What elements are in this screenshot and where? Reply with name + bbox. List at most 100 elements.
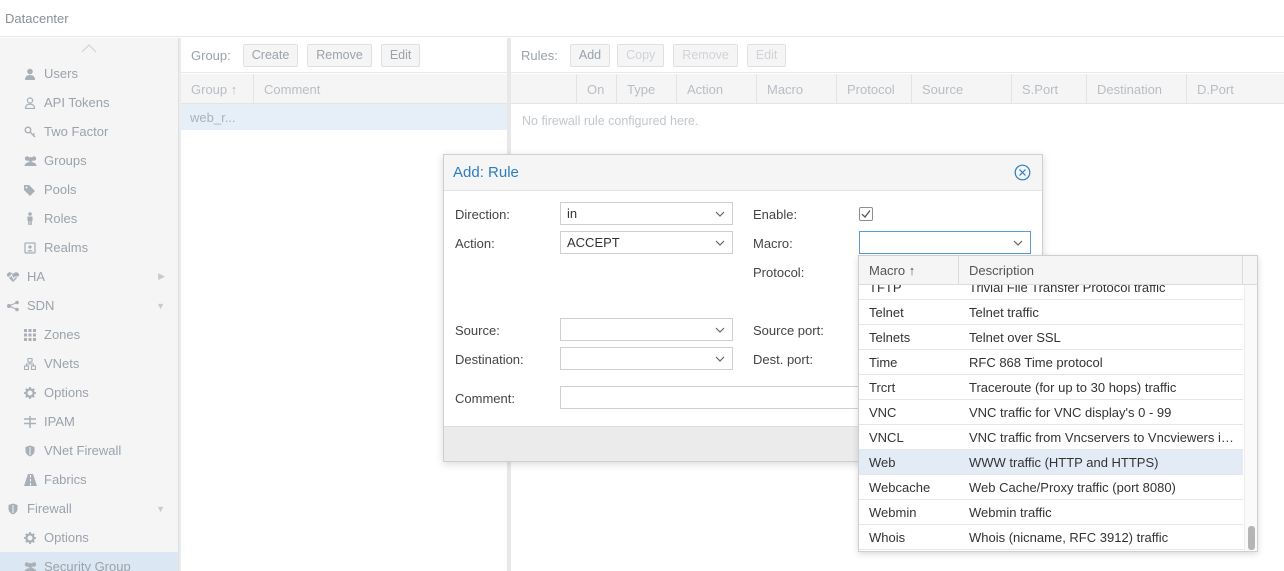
expand-down-icon[interactable]: ▼ xyxy=(156,301,165,311)
sidebar-item-label: Roles xyxy=(44,211,78,226)
column-header-macro[interactable]: Macro ↑ xyxy=(859,256,959,285)
column-header-description[interactable]: Description xyxy=(959,256,1243,285)
expand-right-icon[interactable]: ▶ xyxy=(158,271,165,282)
sidebar-item-fabrics[interactable]: Fabrics xyxy=(0,465,178,494)
protocol-label: Protocol: xyxy=(753,265,805,280)
sidebar-item-ha[interactable]: HA ▶ xyxy=(0,262,178,291)
column-header-protocol[interactable]: Protocol xyxy=(837,74,912,104)
list-item[interactable]: Telnet Telnet traffic xyxy=(859,300,1243,325)
sidebar-item-api-tokens[interactable]: API Tokens xyxy=(0,88,178,117)
macro-name: Telnet xyxy=(869,305,904,320)
list-item[interactable]: VNC VNC traffic for VNC display's 0 - 99 xyxy=(859,400,1243,425)
enable-label: Enable: xyxy=(753,207,798,222)
copy-button[interactable]: Copy xyxy=(617,43,665,67)
sidebar-item-firewall-options[interactable]: Options xyxy=(0,523,178,552)
sidebar-item-realms[interactable]: Realms xyxy=(0,233,178,262)
column-header-source[interactable]: Source xyxy=(912,74,1012,104)
empty-state-text: No firewall rule configured here. xyxy=(522,114,699,128)
comment-field[interactable] xyxy=(560,386,860,409)
macro-dropdown-list[interactable]: Macro ↑ Description TFTP Trivial File Tra… xyxy=(858,255,1258,552)
sidebar-item-pools[interactable]: Pools xyxy=(0,175,178,204)
sidebar-item-ipam[interactable]: IPAM xyxy=(0,407,178,436)
chevron-down-icon[interactable] xyxy=(715,325,725,335)
column-header-group[interactable]: Group ↑ xyxy=(181,74,254,104)
macro-description: Webmin traffic xyxy=(969,505,1052,520)
th-icon xyxy=(22,327,38,343)
macro-description: Whois (nicname, RFC 3912) traffic xyxy=(969,530,1169,545)
macro-description: RFC 868 Time protocol xyxy=(969,355,1103,370)
sidebar-item-vnets[interactable]: VNets xyxy=(0,349,178,378)
chevron-down-icon[interactable] xyxy=(715,354,725,364)
destination-select[interactable] xyxy=(560,347,733,370)
list-item[interactable]: Telnets Telnet over SSL xyxy=(859,325,1243,350)
list-item[interactable]: Time RFC 868 Time protocol xyxy=(859,350,1243,375)
action-value: ACCEPT xyxy=(567,235,620,250)
create-button[interactable]: Create xyxy=(242,43,299,67)
column-header-comment[interactable]: Comment xyxy=(254,74,507,104)
sidebar-item-two-factor[interactable]: Two Factor xyxy=(0,117,178,146)
macro-name: VNC xyxy=(869,405,897,420)
direction-select[interactable]: in xyxy=(560,202,733,225)
chevron-down-icon[interactable] xyxy=(1013,238,1023,248)
enable-checkbox[interactable] xyxy=(859,207,873,221)
list-item[interactable]: Web WWW traffic (HTTP and HTTPS) xyxy=(859,450,1243,475)
sidebar-item-vnet-firewall[interactable]: VNet Firewall xyxy=(0,436,178,465)
sidebar-item-label: IPAM xyxy=(44,414,75,429)
direction-label: Direction: xyxy=(455,207,510,222)
macro-name: Time xyxy=(869,355,898,370)
group-name-cell: web_r... xyxy=(190,109,236,125)
scrollbar-thumb[interactable] xyxy=(1248,526,1255,550)
list-item[interactable]: TFTP Trivial File Transfer Protocol traff… xyxy=(859,285,1243,300)
source-port-label: Source port: xyxy=(753,323,824,338)
list-item[interactable]: Webcache Web Cache/Proxy traffic (port 80… xyxy=(859,475,1243,500)
action-select[interactable]: ACCEPT xyxy=(560,231,733,254)
sidebar-item-label: Fabrics xyxy=(44,472,87,487)
macro-name: VNCL xyxy=(869,430,904,445)
column-header-dport[interactable]: D.Port xyxy=(1187,74,1284,104)
heartbeat-icon xyxy=(5,269,21,285)
column-header-type[interactable]: Type xyxy=(617,74,677,104)
sidebar-item-sdn[interactable]: SDN ▼ xyxy=(0,291,178,320)
sidebar-item-security-group[interactable]: Security Group xyxy=(0,552,178,571)
macro-name: Whois xyxy=(869,530,906,545)
remove-button[interactable]: Remove xyxy=(673,43,738,67)
tags-icon xyxy=(22,182,38,198)
chevron-up-icon[interactable] xyxy=(80,42,98,54)
sidebar-item-users[interactable]: Users xyxy=(0,59,178,88)
list-item[interactable]: VNCL VNC traffic from Vncservers to Vncvi… xyxy=(859,425,1243,450)
list-item[interactable]: Trcrt Traceroute (for up to 30 hops) traf… xyxy=(859,375,1243,400)
scrollbar[interactable] xyxy=(1244,285,1257,551)
sidebar-item-groups[interactable]: Groups xyxy=(0,146,178,175)
address-book-icon xyxy=(22,240,38,256)
list-item[interactable]: Webmin Webmin traffic xyxy=(859,500,1243,525)
add-button[interactable]: Add xyxy=(569,43,611,67)
sidebar-item-roles[interactable]: Roles xyxy=(0,204,178,233)
close-icon[interactable] xyxy=(1014,164,1031,181)
column-header-on[interactable]: On xyxy=(577,74,617,104)
user-outline-icon xyxy=(22,95,38,111)
sidebar-item-zones[interactable]: Zones xyxy=(0,320,178,349)
column-header-action[interactable]: Action xyxy=(677,74,757,104)
edit-button[interactable]: Edit xyxy=(746,43,787,67)
sdn-icon xyxy=(5,298,21,314)
list-item[interactable]: Whois Whois (nicname, RFC 3912) traffic xyxy=(859,525,1243,550)
expand-down-icon[interactable]: ▼ xyxy=(156,504,165,514)
macro-select[interactable] xyxy=(859,231,1031,254)
remove-button[interactable]: Remove xyxy=(307,43,372,67)
shield-icon xyxy=(22,443,38,459)
dialog-title: Add: Rule xyxy=(453,164,519,181)
edit-button[interactable]: Edit xyxy=(380,43,421,67)
sidebar-item-sdn-options[interactable]: Options xyxy=(0,378,178,407)
dest-port-label: Dest. port: xyxy=(753,352,813,367)
column-header-macro[interactable]: Macro xyxy=(757,74,837,104)
source-select[interactable] xyxy=(560,318,733,341)
column-header-sport[interactable]: S.Port xyxy=(1012,74,1087,104)
macro-name: Webmin xyxy=(869,505,917,520)
sidebar-item-firewall[interactable]: Firewall ▼ xyxy=(0,494,178,523)
chevron-down-icon[interactable] xyxy=(715,209,725,219)
column-header-destination[interactable]: Destination xyxy=(1087,74,1187,104)
chevron-down-icon[interactable] xyxy=(715,238,725,248)
sidebar-item-label: Options xyxy=(44,385,89,400)
comment-label: Comment: xyxy=(455,391,515,406)
table-row[interactable]: web_r... xyxy=(181,104,507,130)
